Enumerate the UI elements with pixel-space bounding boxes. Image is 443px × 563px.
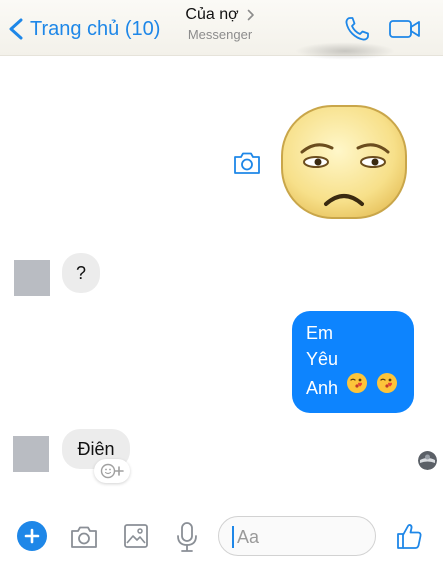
contact-avatar[interactable]: [13, 436, 49, 472]
add-reaction-button[interactable]: [94, 459, 130, 483]
more-actions-button[interactable]: [17, 521, 47, 551]
chevron-right-icon: [247, 9, 254, 21]
conversation-title-button[interactable]: Của nợ Messenger: [150, 6, 290, 42]
back-button[interactable]: Trang chủ (10): [8, 14, 160, 44]
video-camera-icon[interactable]: [388, 16, 422, 42]
camera-icon[interactable]: [69, 524, 99, 550]
conversation-title: Của nợ: [185, 6, 239, 23]
message-line: Em: [306, 323, 333, 343]
message-input-placeholder: Aa: [237, 527, 260, 547]
chat-screen: Trang chủ (10) Của nợ Messenger ? Em Yêu…: [0, 0, 443, 563]
kissing-heart-emoji: [377, 373, 398, 393]
kissing-heart-emoji: [347, 373, 368, 393]
contact-avatar[interactable]: [14, 260, 50, 296]
message-text: Điên: [77, 438, 115, 459]
image-icon[interactable]: [123, 523, 149, 549]
back-label: Trang chủ (10): [30, 17, 161, 40]
phone-icon[interactable]: [343, 15, 371, 43]
incoming-message[interactable]: ?: [62, 253, 100, 293]
outgoing-message[interactable]: Em Yêu Anh: [292, 311, 414, 413]
plus-icon: [24, 528, 40, 544]
message-input[interactable]: Aa: [218, 516, 376, 556]
conversation-subtitle: Messenger: [187, 27, 253, 42]
message-composer: Aa: [0, 505, 443, 563]
read-receipt-avatar: [418, 451, 437, 470]
text-caret: [232, 526, 234, 548]
chevron-left-icon: [9, 18, 23, 40]
add-reaction-icon: [100, 463, 124, 479]
message-line: Yêu: [306, 349, 339, 369]
camera-icon[interactable]: [232, 150, 262, 176]
microphone-icon[interactable]: [176, 521, 198, 553]
sad-face-sticker[interactable]: [280, 104, 408, 222]
message-line: Anh: [306, 378, 339, 398]
thumbs-up-icon[interactable]: [396, 522, 422, 550]
message-text: ?: [75, 262, 86, 283]
previous-sticker-shadow: [295, 42, 395, 60]
